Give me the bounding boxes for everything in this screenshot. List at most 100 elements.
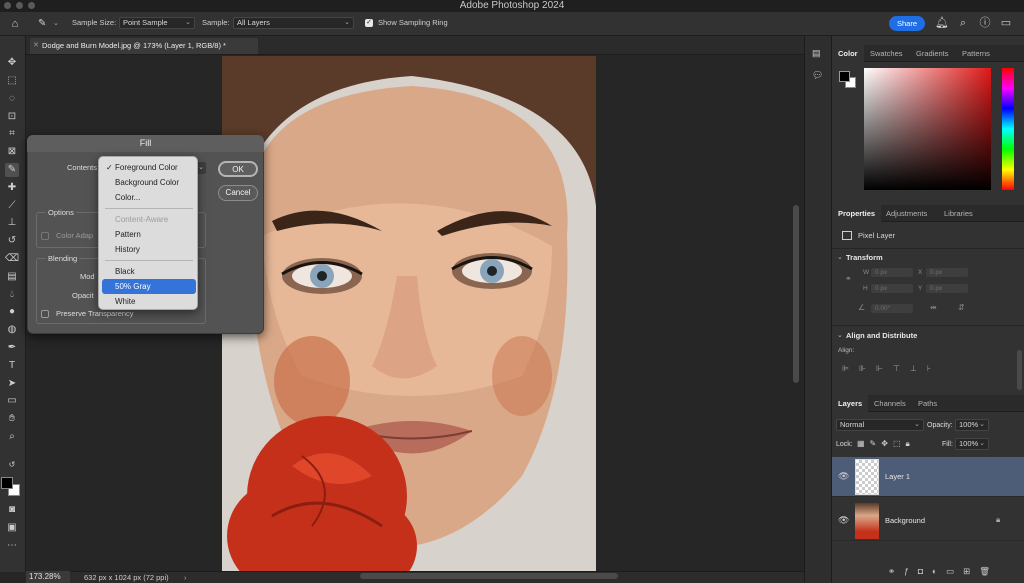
quick-mask-icon[interactable]: ◙ [5, 503, 19, 517]
tab-libraries[interactable]: Libraries [938, 205, 979, 222]
notifications-bell-icon[interactable]: 🔔︎ [935, 17, 949, 29]
zoom-tool-icon[interactable]: ⌕ [5, 430, 19, 444]
sample-select[interactable]: All Layers ⌄ [233, 17, 354, 29]
history-panel-icon[interactable]: ▤ [812, 48, 821, 59]
chevron-down-icon[interactable]: ⌄ [53, 17, 59, 31]
hand-tool-icon[interactable]: ✋︎ [5, 412, 19, 426]
eyedropper-tool-icon[interactable]: ✎ [5, 163, 19, 177]
lock-options-icons[interactable]: ▦✎✥⬚🔒︎ [857, 439, 915, 449]
opacity-field[interactable]: 100% ⌄ [955, 419, 989, 431]
rectangle-tool-icon[interactable]: ▭ [5, 394, 19, 408]
share-button[interactable]: Share [889, 16, 925, 31]
ok-button[interactable]: OK [218, 161, 258, 177]
tab-paths[interactable]: Paths [912, 395, 943, 412]
x-field[interactable]: 0 px [926, 268, 968, 277]
color-field-picker[interactable] [864, 68, 991, 190]
visibility-eye-icon[interactable]: 👁︎ [838, 471, 849, 482]
cancel-button[interactable]: Cancel [218, 185, 258, 201]
zoom-level-field[interactable]: 173.28% [26, 571, 70, 583]
menu-item-black[interactable]: Black [102, 264, 196, 279]
edit-toolbar-icon[interactable]: ⋯ [5, 539, 19, 553]
close-tab-icon[interactable]: ✕ [33, 38, 39, 54]
chevron-down-icon[interactable]: ⌄ [837, 253, 843, 261]
close-window-button[interactable] [4, 2, 11, 9]
dodge-tool-icon[interactable]: ● [5, 305, 19, 319]
screen-mode-icon[interactable]: ▣ [5, 521, 19, 535]
move-tool-icon[interactable]: ✥ [5, 56, 19, 70]
show-sampling-ring-checkbox[interactable]: ✓ [365, 19, 373, 27]
document-tab[interactable]: ✕ Dodge and Burn Model.jpg @ 173% (Layer… [30, 38, 258, 54]
sample-size-select[interactable]: Point Sample ⌄ [119, 17, 195, 29]
tab-patterns[interactable]: Patterns [956, 45, 996, 62]
eraser-tool-icon[interactable]: ⌫ [5, 252, 19, 266]
comments-panel-icon[interactable]: 💬︎ [812, 70, 823, 81]
tab-properties[interactable]: Properties [832, 205, 882, 222]
angle-field[interactable]: 0.00° [871, 304, 913, 313]
tab-gradients[interactable]: Gradients [910, 45, 955, 62]
document-image[interactable] [222, 56, 596, 571]
foreground-color-swatch[interactable] [1, 477, 13, 489]
clone-stamp-tool-icon[interactable]: ⊥ [5, 216, 19, 230]
layer-row-layer-1[interactable]: 👁︎ Layer 1 [832, 457, 1024, 497]
chevron-down-icon[interactable]: ⌄ [837, 331, 843, 339]
height-field[interactable]: 0 px [871, 284, 913, 293]
link-icon[interactable]: ⚭ [845, 274, 852, 283]
menu-item-foreground-color[interactable]: ✓ Foreground Color [102, 160, 196, 175]
pen-tool-icon[interactable]: ✒ [5, 341, 19, 355]
eyedropper-tool-preset-icon[interactable]: ✎ [38, 17, 50, 31]
properties-scrollbar[interactable] [1017, 350, 1022, 390]
fill-field[interactable]: 100% ⌄ [955, 438, 989, 450]
menu-item-background-color[interactable]: Background Color [102, 175, 196, 190]
minimize-window-button[interactable] [16, 2, 23, 9]
hue-slider[interactable] [1002, 68, 1014, 190]
menu-item-50-gray[interactable]: 50% Gray [102, 279, 196, 294]
menu-item-color[interactable]: Color... [102, 190, 196, 205]
preserve-transparency-checkbox[interactable] [41, 310, 49, 318]
help-icon[interactable]: ⓘ [979, 17, 991, 29]
tab-channels[interactable]: Channels [868, 395, 912, 412]
gradient-tool-icon[interactable]: ▤ [5, 270, 19, 284]
panel-foreground-swatch[interactable] [839, 71, 850, 82]
menu-item-pattern[interactable]: Pattern [102, 227, 196, 242]
frame-tool-icon[interactable]: ⊠ [5, 145, 19, 159]
workspace-icon[interactable]: ▭ [1000, 17, 1012, 29]
document-info: 632 px x 1024 px (72 ppi) [84, 573, 169, 582]
zoom-window-button[interactable] [28, 2, 35, 9]
flip-vertical-icon[interactable]: ⇵ [958, 303, 965, 312]
vertical-scrollbar[interactable] [793, 205, 799, 383]
layer-name[interactable]: Background [885, 516, 925, 526]
menu-item-history[interactable]: History [102, 242, 196, 257]
color-adaptation-checkbox[interactable] [41, 232, 49, 240]
menu-item-white[interactable]: White [102, 294, 196, 309]
object-selection-tool-icon[interactable]: ⊡ [5, 110, 19, 124]
crop-tool-icon[interactable]: ⌗ [5, 127, 19, 141]
width-field[interactable]: 0 px [871, 268, 913, 277]
home-icon[interactable]: ⌂ [8, 17, 22, 31]
blur-tool-icon[interactable]: 💧︎ [5, 288, 19, 302]
tab-swatches[interactable]: Swatches [864, 45, 909, 62]
path-selection-tool-icon[interactable]: ➤ [5, 377, 19, 391]
horizontal-scrollbar[interactable] [360, 573, 618, 579]
align-buttons-icon[interactable]: ⊫⊪⊩⊤⊥⊦ [842, 364, 941, 373]
tab-layers[interactable]: Layers [832, 395, 869, 412]
layer-row-background[interactable]: 👁︎ Background 🔒︎ [832, 501, 1024, 541]
blend-mode-select[interactable]: Normal ⌄ [836, 419, 924, 431]
healing-brush-tool-icon[interactable]: ✚ [5, 181, 19, 195]
h-label: H [863, 285, 868, 292]
layers-footer-icons[interactable]: ⚭ƒ◘◐▭⊞🗑︎ [888, 566, 999, 577]
tab-color[interactable]: Color [832, 45, 864, 62]
brush-tool-icon[interactable]: ⟋ [5, 199, 19, 213]
sponge-tool-icon[interactable]: ◍ [5, 323, 19, 337]
tab-adjustments[interactable]: Adjustments [880, 205, 933, 222]
lasso-tool-icon[interactable]: ◌ [5, 92, 19, 106]
layer-name[interactable]: Layer 1 [885, 472, 910, 482]
marquee-tool-icon[interactable]: ⬚ [5, 74, 19, 88]
chevron-right-icon[interactable]: › [184, 572, 187, 583]
visibility-eye-icon[interactable]: 👁︎ [838, 515, 849, 526]
y-field[interactable]: 0 px [926, 284, 968, 293]
flip-horizontal-icon[interactable]: ⇹ [930, 303, 937, 312]
swap-colors-icon[interactable]: ↺ [5, 458, 19, 472]
search-icon[interactable]: ⌕ [957, 17, 969, 29]
history-brush-tool-icon[interactable]: ↺ [5, 234, 19, 248]
type-tool-icon[interactable]: T [5, 359, 19, 373]
